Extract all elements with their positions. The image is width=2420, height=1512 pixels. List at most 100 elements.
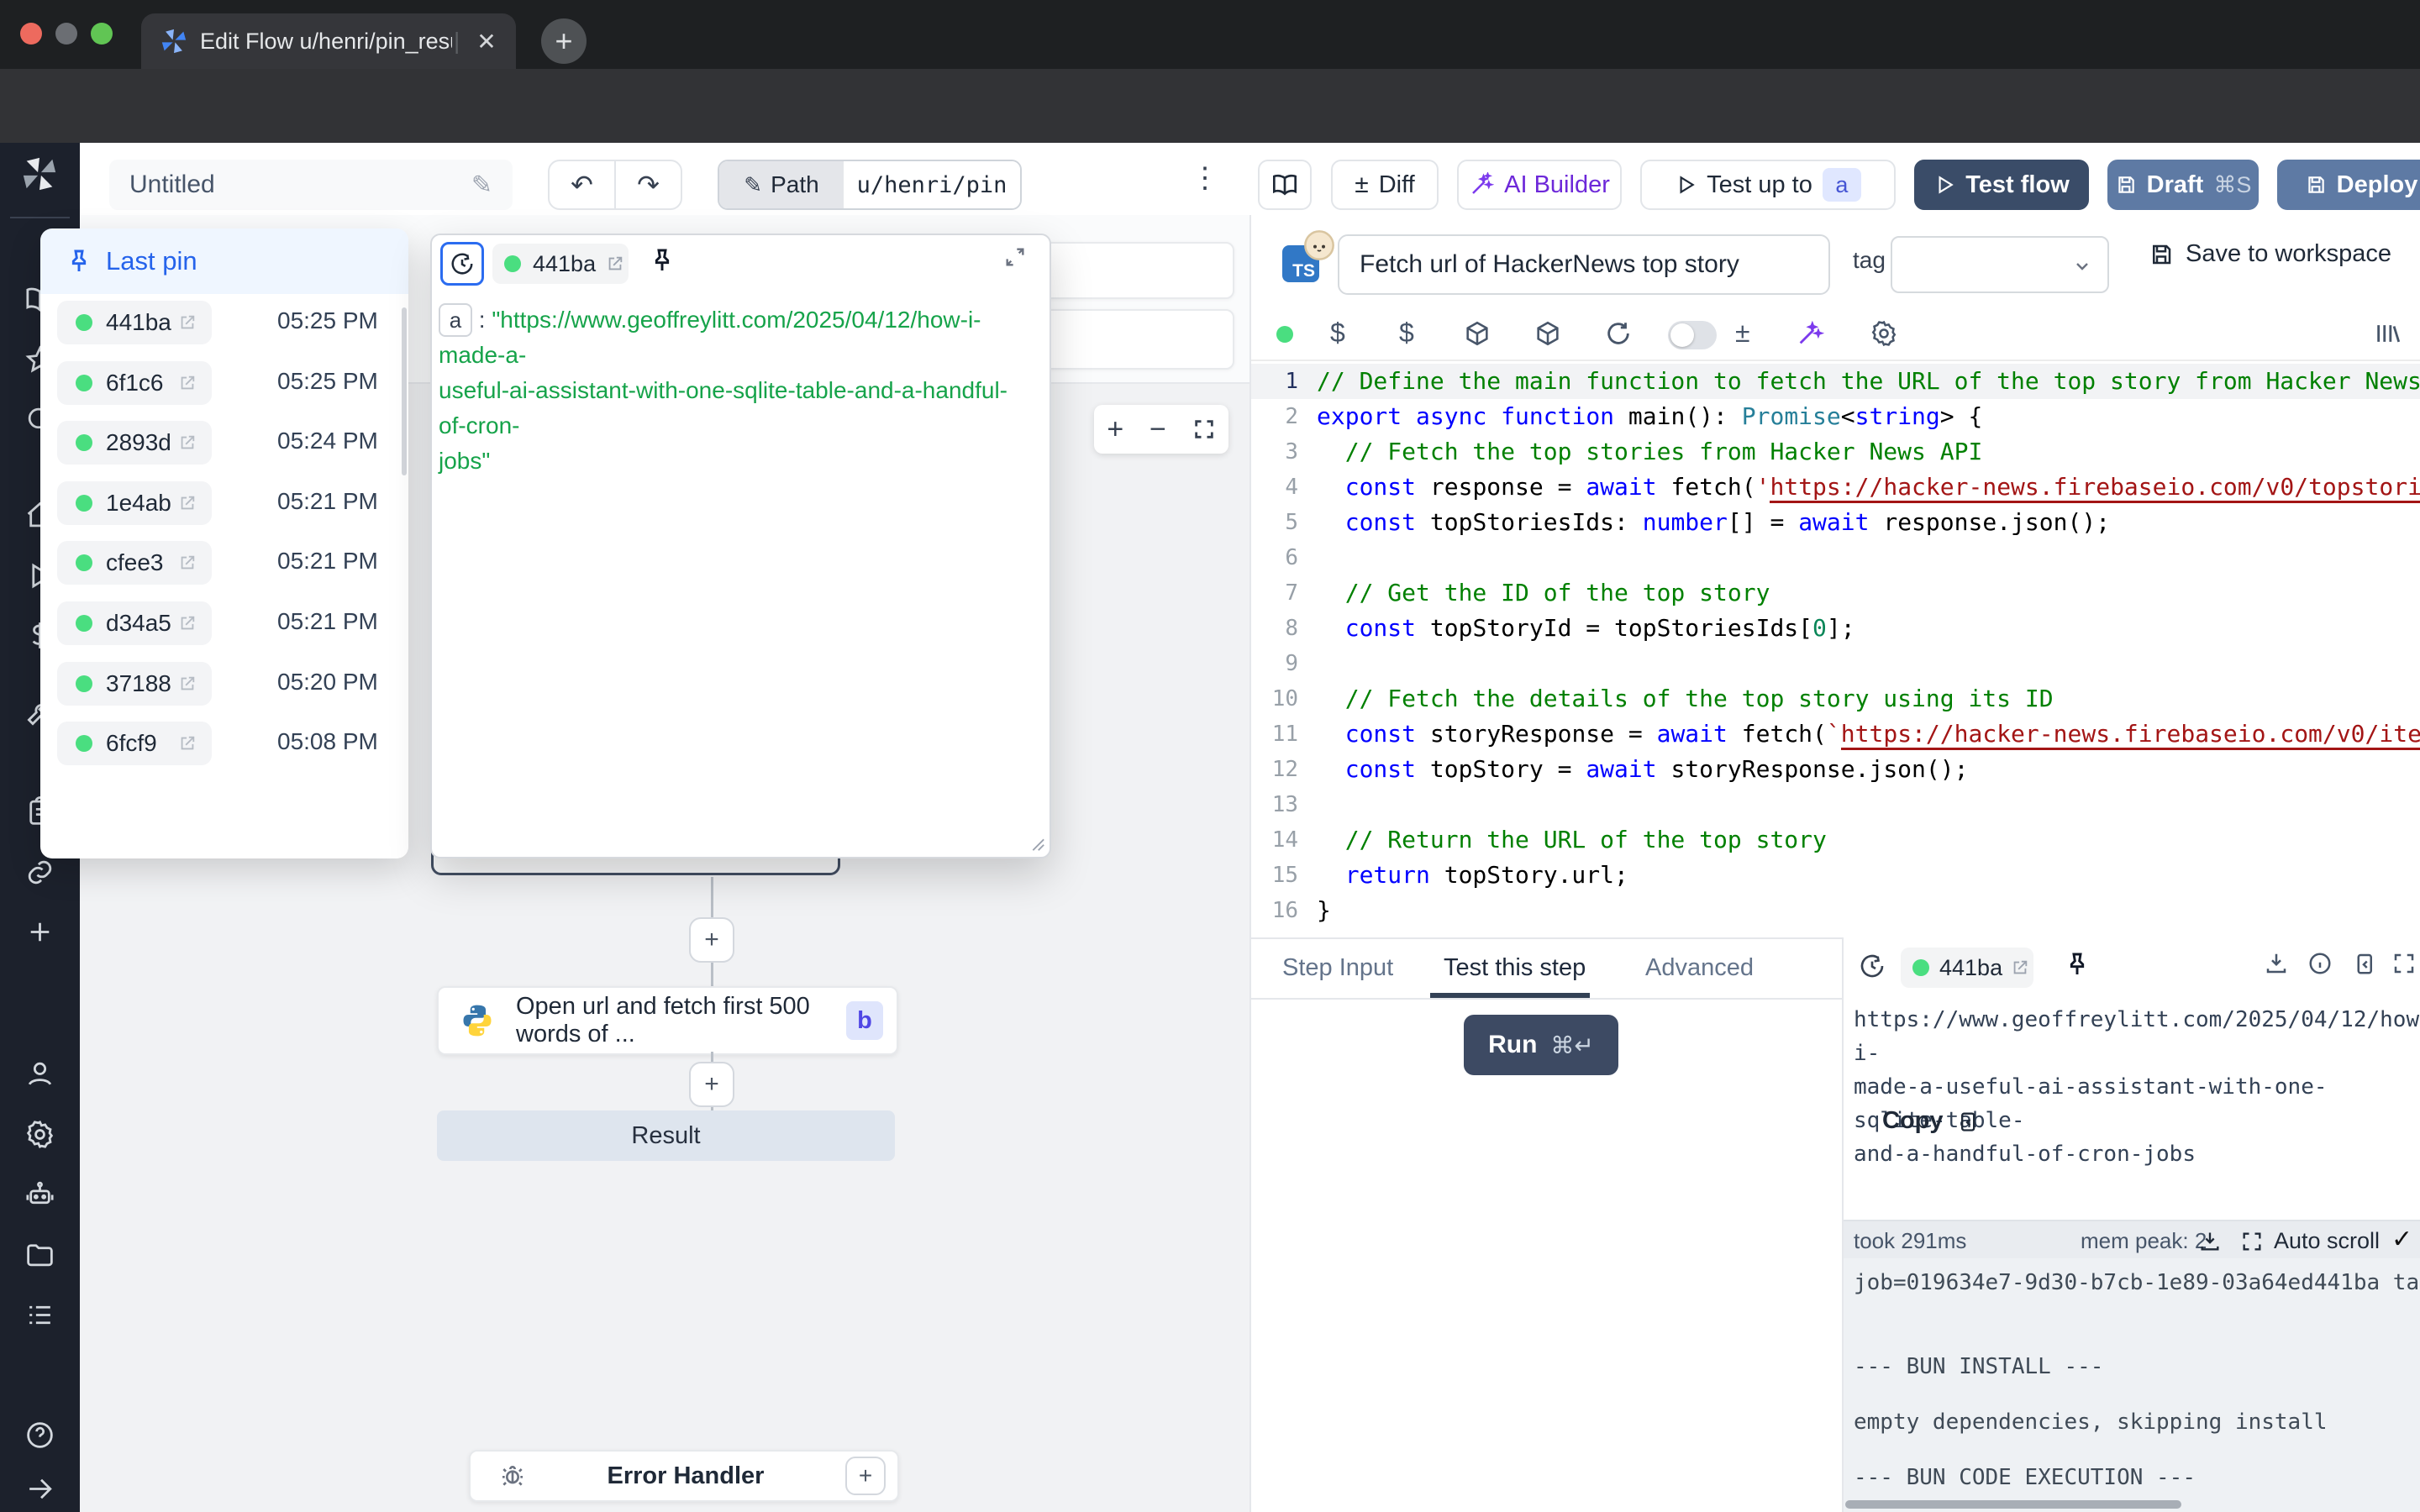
last-pin-header[interactable]: Last pin <box>40 228 408 294</box>
code-line[interactable]: 10 // Fetch the details of the top story… <box>1251 681 2420 717</box>
error-handler-node[interactable]: Error Handler + <box>469 1450 899 1502</box>
pin-run-row[interactable]: cfee305:21 PM <box>40 541 408 585</box>
copy-button[interactable]: Copy <box>1882 1107 1979 1135</box>
code-line[interactable]: 2export async function main(): Promise<s… <box>1251 399 2420 434</box>
run-id-pill[interactable]: 6fcf9 <box>57 722 212 765</box>
code-line[interactable]: 5 const topStoriesIds: number[] = await … <box>1251 505 2420 540</box>
pin-run-row[interactable]: 1e4ab05:21 PM <box>40 481 408 525</box>
code-line[interactable]: 16} <box>1251 893 2420 928</box>
history-button[interactable] <box>440 242 484 286</box>
variables-icon[interactable]: $ <box>1399 318 1414 349</box>
result-node[interactable]: Result <box>437 1110 895 1161</box>
code-line[interactable]: 15 return topStory.url; <box>1251 858 2420 893</box>
external-link-icon[interactable] <box>178 433 197 452</box>
external-link-icon[interactable] <box>2011 958 2029 977</box>
auto-scroll-label[interactable]: Auto scroll <box>2274 1228 2380 1254</box>
history-icon[interactable] <box>1859 953 1886 979</box>
deploy-button[interactable]: Deploy <box>2277 160 2420 210</box>
run-id-pill[interactable]: cfee3 <box>57 541 212 585</box>
assets-icon[interactable]: $ <box>1330 318 1345 349</box>
undo-button[interactable]: ↶ <box>550 169 614 201</box>
path-button[interactable]: ✎ Path u/henri/pin <box>718 160 1022 210</box>
tab-close-icon[interactable]: ✕ <box>476 28 496 55</box>
edit-pencil-icon[interactable]: ✎ <box>471 171 492 200</box>
pin-run-row[interactable]: d34a505:21 PM <box>40 601 408 645</box>
list-icon[interactable] <box>24 1299 55 1331</box>
zoom-in-icon[interactable]: + <box>1107 413 1123 446</box>
fullscreen-icon[interactable] <box>2391 951 2417 976</box>
save-to-workspace-button[interactable]: Save to workspace <box>2149 240 2391 268</box>
diff-button[interactable]: ± Diff <box>1331 160 1439 210</box>
external-link-icon[interactable] <box>606 255 624 273</box>
more-options-kebab-icon[interactable]: ⋮ <box>1191 161 1219 195</box>
pin-run-row[interactable]: 441ba05:25 PM <box>40 301 408 344</box>
run-id-pill[interactable]: d34a5 <box>57 601 212 645</box>
plus-icon[interactable] <box>24 916 55 948</box>
insert-step-button[interactable]: + <box>689 917 734 963</box>
user-icon[interactable] <box>24 1058 55 1089</box>
fit-view-icon[interactable] <box>1192 417 1216 441</box>
run-id-pill[interactable]: 2893d <box>57 421 212 465</box>
pin-run-row[interactable]: 6f1c605:25 PM <box>40 361 408 405</box>
close-window-button[interactable] <box>20 23 42 45</box>
browser-tab[interactable]: Edit Flow u/henri/pin_results | ✕ <box>141 13 516 69</box>
external-link-icon[interactable] <box>178 313 197 332</box>
code-line[interactable]: 4 const response = await fetch('https://… <box>1251 470 2420 505</box>
tab-test-this-step[interactable]: Test this step <box>1444 954 1586 982</box>
info-icon[interactable] <box>2307 951 2333 976</box>
expand-icon[interactable] <box>1003 245 1027 269</box>
help-icon[interactable] <box>24 1420 55 1451</box>
zoom-window-button[interactable] <box>91 23 113 45</box>
code-line[interactable]: 14 // Return the URL of the top story <box>1251 822 2420 858</box>
redo-button[interactable]: ↷ <box>616 169 681 201</box>
minimize-window-button[interactable] <box>55 23 77 45</box>
step-summary-input[interactable]: Fetch url of HackerNews top story <box>1338 234 1830 295</box>
code-line[interactable]: 7 // Get the ID of the top story <box>1251 575 2420 611</box>
gear-icon[interactable] <box>24 1119 55 1150</box>
run-id-pill[interactable]: 37188 <box>57 662 212 706</box>
package-icon[interactable] <box>1534 319 1562 348</box>
code-editor[interactable]: 1// Define the main function to fetch th… <box>1251 364 2420 937</box>
code-line[interactable]: 1// Define the main function to fetch th… <box>1251 364 2420 399</box>
flow-name-input[interactable]: Untitled ✎ <box>109 160 513 210</box>
package-icon[interactable] <box>1463 319 1491 348</box>
ai-wand-icon[interactable] <box>1796 319 1824 348</box>
pin-run-row[interactable]: 2893d05:24 PM <box>40 421 408 465</box>
folder-icon[interactable] <box>24 1239 55 1270</box>
check-icon[interactable]: ✓ <box>2391 1225 2412 1254</box>
run-id-pill[interactable]: 1e4ab <box>57 481 212 525</box>
arrow-right-icon[interactable] <box>24 1473 55 1504</box>
insert-step-button[interactable]: + <box>689 1062 734 1107</box>
reset-icon[interactable] <box>1604 319 1633 348</box>
code-line[interactable]: 6 <box>1251 540 2420 575</box>
add-error-handler-button[interactable]: + <box>845 1457 886 1495</box>
code-line[interactable]: 8 const topStoryId = topStoriesIds[0]; <box>1251 611 2420 646</box>
download-logs-icon[interactable] <box>2198 1230 2222 1253</box>
windmill-logo-icon[interactable] <box>20 155 59 193</box>
code-line[interactable]: 9 <box>1251 646 2420 681</box>
code-line[interactable]: 3 // Fetch the top stories from Hacker N… <box>1251 434 2420 470</box>
run-id-pill[interactable]: 441ba <box>1901 948 2033 988</box>
diff-mode-toggle[interactable] <box>1668 321 1717 349</box>
run-button[interactable]: Run ⌘↵ <box>1464 1015 1618 1075</box>
new-tab-button[interactable]: + <box>541 18 587 64</box>
tab-advanced[interactable]: Advanced <box>1645 954 1754 982</box>
expand-logs-icon[interactable] <box>2240 1230 2264 1253</box>
docs-book-button[interactable] <box>1258 160 1312 210</box>
run-id-pill[interactable]: 441ba <box>57 301 212 344</box>
robot-icon[interactable] <box>24 1179 55 1210</box>
external-link-icon[interactable] <box>178 675 197 693</box>
library-icon[interactable] <box>2374 319 2402 348</box>
external-link-icon[interactable] <box>178 554 197 572</box>
pin-run-row[interactable]: 6fcf905:08 PM <box>40 722 408 765</box>
run-id-pill[interactable]: 6f1c6 <box>57 361 212 405</box>
pin-run-row[interactable]: 3718805:20 PM <box>40 662 408 706</box>
link-icon[interactable] <box>24 857 55 888</box>
tag-select[interactable] <box>1891 236 2109 293</box>
test-flow-button[interactable]: Test flow <box>1914 160 2089 210</box>
external-link-icon[interactable] <box>178 374 197 392</box>
run-id-pill[interactable]: 441ba <box>492 244 629 284</box>
zoom-out-icon[interactable]: − <box>1150 413 1166 446</box>
code-line[interactable]: 11 const storyResponse = await fetch(`ht… <box>1251 717 2420 752</box>
python-step-node[interactable]: Open url and fetch first 500 words of ..… <box>437 986 898 1055</box>
